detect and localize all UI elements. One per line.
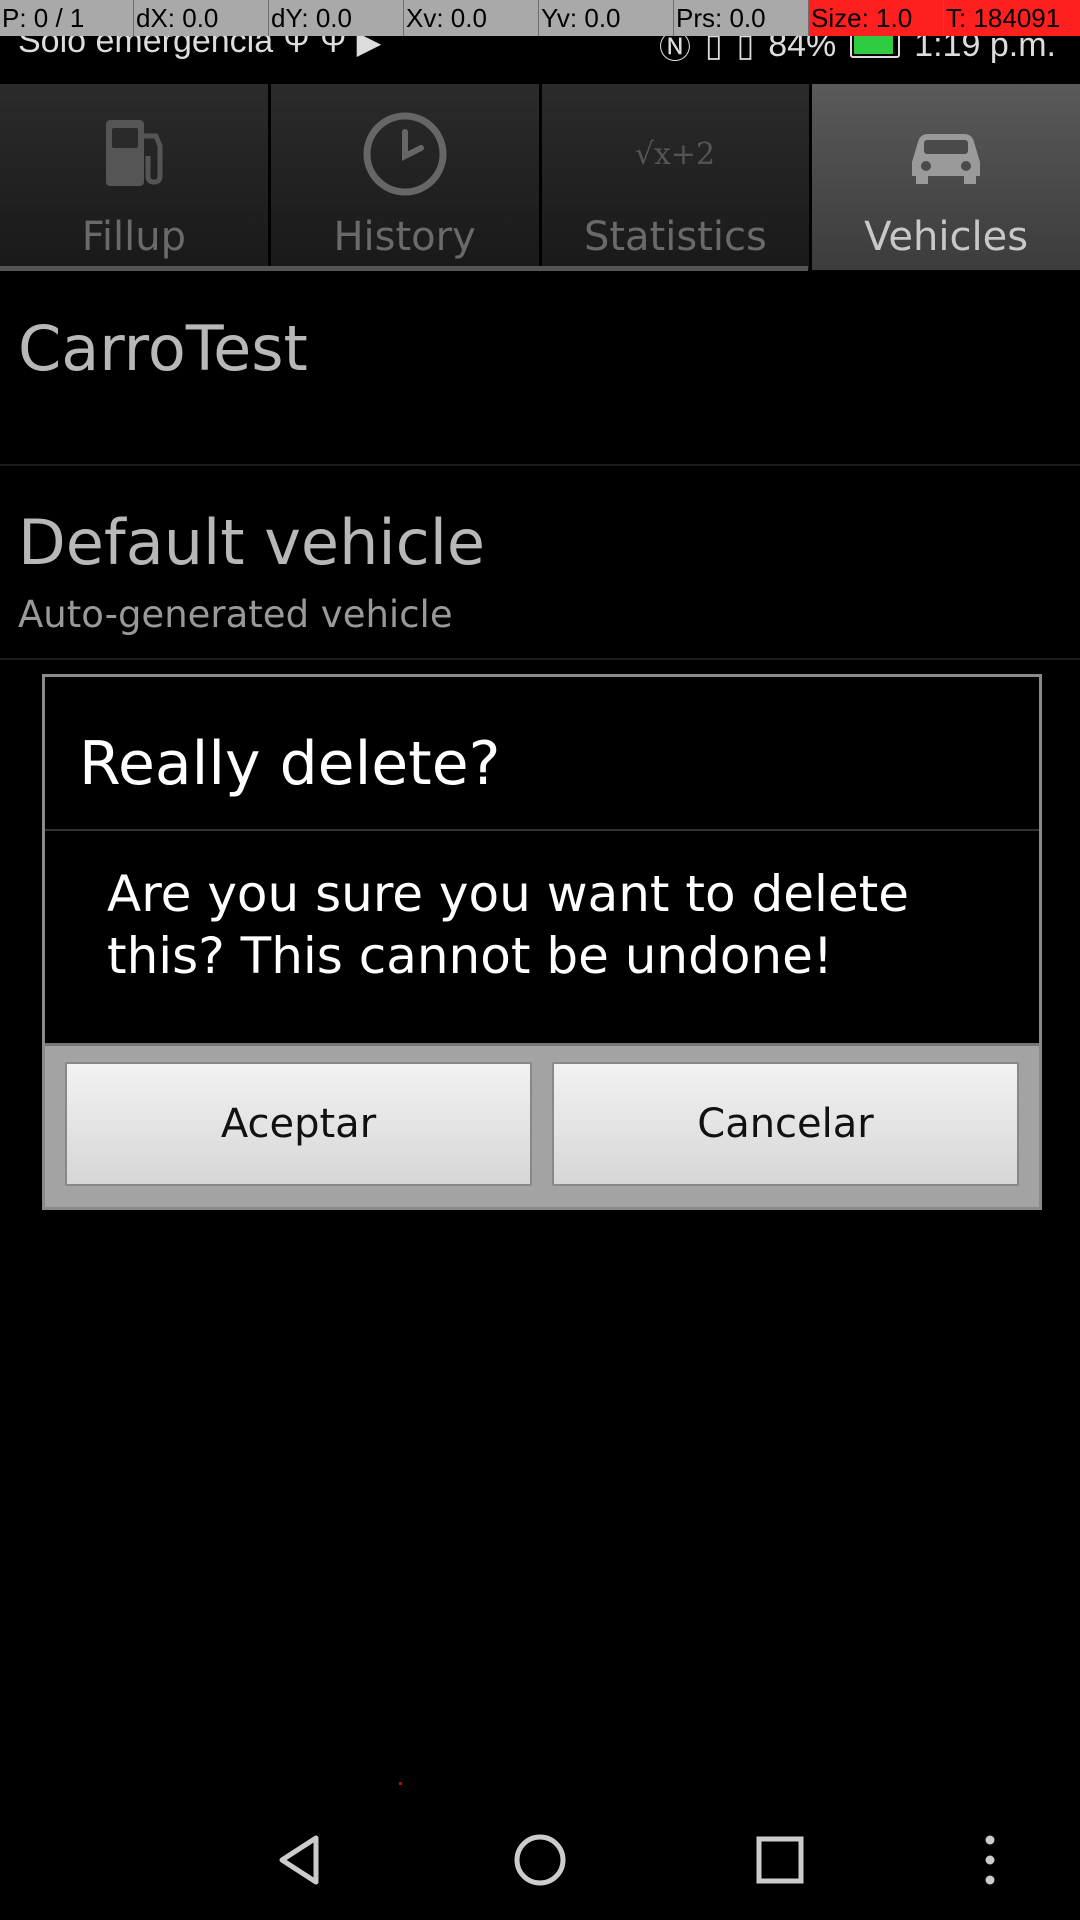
vehicle-list: CarroTest Default vehicle Auto-generated… — [0, 272, 1080, 660]
pointer-count: P: 0 / 1 — [0, 0, 134, 36]
fuel-pump-icon — [105, 120, 163, 186]
dialog-message: Are you sure you want to delete this? Th… — [107, 865, 910, 985]
vehicle-name: Default vehicle — [18, 506, 486, 579]
tab-label: Fillup — [81, 214, 186, 260]
clock-icon — [363, 112, 447, 196]
svg-text:√x+2: √x+2 — [635, 137, 715, 172]
back-icon[interactable] — [270, 1830, 330, 1890]
car-icon — [912, 134, 981, 184]
tab-history[interactable]: History — [270, 84, 542, 270]
x-velocity: Xv: 0.0 — [404, 0, 539, 36]
touch-trace-dot — [399, 1782, 402, 1785]
vehicle-name: CarroTest — [18, 312, 308, 385]
pointer-location-bar: P: 0 / 1 dX: 0.0 dY: 0.0 Xv: 0.0 Yv: 0.0… — [0, 0, 1080, 36]
recents-icon[interactable] — [750, 1830, 810, 1890]
accept-button[interactable]: Aceptar — [65, 1062, 532, 1186]
vehicle-description: Auto-generated vehicle — [18, 593, 453, 636]
touch-size: Size: 1.0 — [809, 0, 944, 36]
tab-label: Vehicles — [864, 214, 1029, 260]
cancel-button[interactable]: Cancelar — [552, 1062, 1019, 1186]
tab-statistics[interactable]: √x+2 Statistics — [541, 84, 813, 270]
list-item[interactable]: CarroTest — [0, 272, 1080, 466]
tab-label: History — [333, 214, 476, 260]
home-icon[interactable] — [510, 1830, 570, 1890]
tab-divider — [0, 266, 808, 271]
delta-x: dX: 0.0 — [134, 0, 269, 36]
tab-vehicles[interactable]: Vehicles — [812, 84, 1080, 270]
pressure: Prs: 0.0 — [674, 0, 809, 36]
tab-bar: Fillup History √x+2 Statistics Vehicles — [0, 84, 1080, 270]
delete-confirm-dialog: Really delete? Are you sure you want to … — [42, 674, 1042, 1210]
touch-time: T: 184091 — [944, 0, 1080, 36]
y-velocity: Yv: 0.0 — [539, 0, 674, 36]
tab-label: Statistics — [583, 214, 767, 260]
delta-y: dY: 0.0 — [269, 0, 404, 36]
tab-fillup[interactable]: Fillup — [0, 84, 271, 270]
dialog-title: Really delete? — [45, 677, 1039, 831]
list-item[interactable]: Default vehicle Auto-generated vehicle — [0, 466, 1080, 660]
dialog-button-bar: Aceptar Cancelar — [45, 1043, 1039, 1207]
more-options-icon[interactable] — [960, 1830, 1020, 1890]
navigation-bar — [0, 1800, 1080, 1920]
sqrt-formula-icon: √x+2 — [635, 137, 715, 172]
